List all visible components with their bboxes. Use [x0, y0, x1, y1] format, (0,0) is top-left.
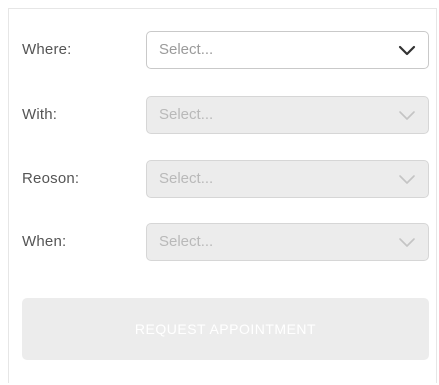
reason-label: Reoson: — [22, 170, 80, 187]
with-label: With: — [22, 106, 58, 123]
chevron-down-icon — [399, 111, 415, 120]
reason-select: Select... — [146, 160, 429, 198]
where-row: Where: Select... — [22, 31, 429, 69]
with-select-value: Select... — [159, 106, 214, 123]
where-label: Where: — [22, 41, 72, 58]
when-row: When: Select... — [22, 223, 429, 261]
reason-select-value: Select... — [159, 170, 214, 187]
with-select: Select... — [146, 96, 429, 134]
with-row: With: Select... — [22, 96, 429, 134]
when-label: When: — [22, 233, 67, 250]
request-appointment-button[interactable]: REQUEST APPOINTMENT — [22, 298, 429, 360]
when-select-value: Select... — [159, 233, 214, 250]
when-select: Select... — [146, 223, 429, 261]
chevron-down-icon — [398, 45, 416, 56]
chevron-down-icon — [399, 175, 415, 184]
where-select[interactable]: Select... — [146, 31, 429, 69]
where-select-value: Select... — [159, 41, 214, 58]
appointment-form: Where: Select... With: Select... Reoson:… — [8, 8, 437, 383]
reason-row: Reoson: Select... — [22, 160, 429, 198]
chevron-down-icon — [399, 238, 415, 247]
